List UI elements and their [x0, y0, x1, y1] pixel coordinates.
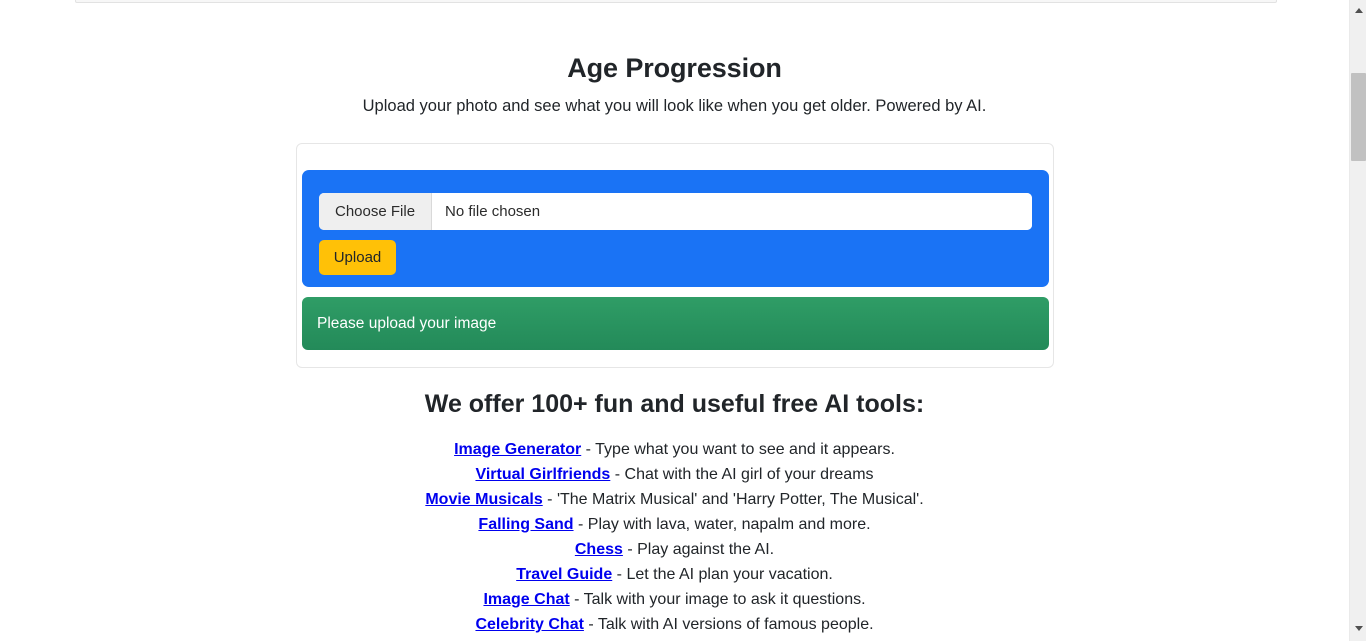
tool-desc: - Talk with AI versions of famous people…	[583, 616, 874, 633]
list-item: Image Chat - Talk with your image to ask…	[0, 587, 1349, 612]
tool-desc: - Chat with the AI girl of your dreams	[610, 466, 874, 483]
scrollbar-thumb[interactable]	[1351, 73, 1366, 161]
scroll-down-arrow-icon[interactable]	[1350, 620, 1366, 637]
tool-desc: - Play against the AI.	[622, 541, 775, 558]
list-item: Falling Sand - Play with lava, water, na…	[0, 512, 1349, 537]
tools-heading: We offer 100+ fun and useful free AI too…	[424, 390, 925, 418]
file-name-display: No file chosen	[432, 193, 1032, 230]
tool-link-image-generator[interactable]: Image Generator	[454, 441, 581, 458]
tool-link-virtual-girlfriends[interactable]: Virtual Girlfriends	[475, 466, 610, 483]
list-item: Image Generator - Type what you want to …	[0, 437, 1349, 462]
page-content: Age Progression Upload your photo and se…	[0, 0, 1349, 641]
tool-link-image-chat[interactable]: Image Chat	[483, 591, 569, 608]
status-message-text: Please upload your image	[317, 314, 497, 332]
tool-desc: - Talk with your image to ask it questio…	[569, 591, 866, 608]
tool-link-travel-guide[interactable]: Travel Guide	[516, 566, 612, 583]
list-item: Virtual Girlfriends - Chat with the AI g…	[0, 462, 1349, 487]
tool-desc: - Play with lava, water, napalm and more…	[573, 516, 871, 533]
scroll-up-arrow-icon[interactable]	[1350, 2, 1366, 19]
list-item: Celebrity Chat - Talk with AI versions o…	[0, 612, 1349, 637]
upload-button[interactable]: Upload	[319, 240, 396, 275]
list-item: Chess - Play against the AI.	[0, 537, 1349, 562]
list-item: Movie Musicals - 'The Matrix Musical' an…	[0, 487, 1349, 512]
page-title: Age Progression	[567, 53, 782, 83]
list-item: Travel Guide - Let the AI plan your vaca…	[0, 562, 1349, 587]
choose-file-button[interactable]: Choose File	[319, 193, 433, 230]
tool-desc: - 'The Matrix Musical' and 'Harry Potter…	[542, 491, 924, 508]
upload-card: Choose File No file chosen Upload Please…	[296, 143, 1054, 368]
vertical-scrollbar[interactable]	[1349, 0, 1366, 641]
tool-link-chess[interactable]: Chess	[575, 541, 623, 558]
tools-list: Image Generator - Type what you want to …	[0, 437, 1349, 637]
tool-desc: - Let the AI plan your vacation.	[612, 566, 833, 583]
file-input-row[interactable]: Choose File No file chosen	[319, 193, 1032, 230]
tool-link-movie-musicals[interactable]: Movie Musicals	[425, 491, 542, 508]
tool-link-celebrity-chat[interactable]: Celebrity Chat	[475, 616, 583, 633]
page-subtitle: Upload your photo and see what you will …	[362, 97, 987, 115]
tool-desc: - Type what you want to see and it appea…	[581, 441, 895, 458]
status-message-bar: Please upload your image	[302, 297, 1049, 350]
tool-link-falling-sand[interactable]: Falling Sand	[478, 516, 573, 533]
upload-panel: Choose File No file chosen Upload	[302, 170, 1049, 287]
